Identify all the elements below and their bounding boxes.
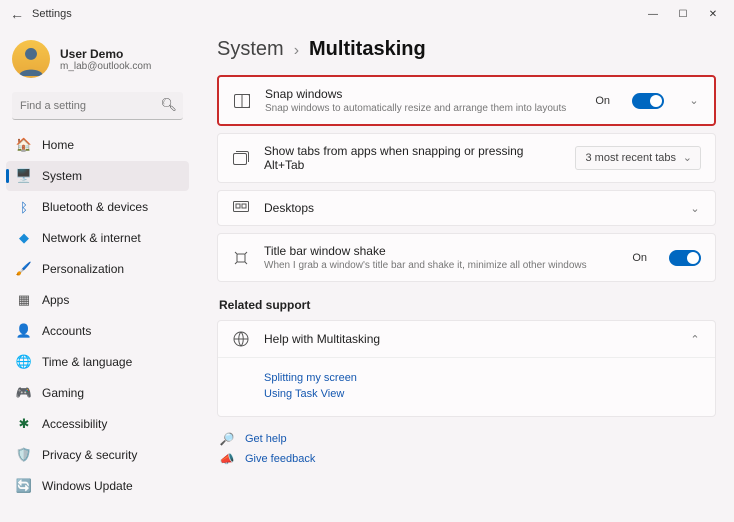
close-button[interactable]: ✕ xyxy=(698,4,728,24)
snap-icon xyxy=(233,94,251,108)
tabs-icon xyxy=(232,151,250,165)
profile[interactable]: User Demo m_lab@outlook.com xyxy=(6,34,189,88)
personalization-icon: 🖌️ xyxy=(16,261,32,277)
search-input[interactable] xyxy=(12,92,183,120)
home-icon: 🏠 xyxy=(16,137,32,153)
sidebar-item-personalization[interactable]: 🖌️ Personalization xyxy=(6,254,189,284)
sidebar-item-apps[interactable]: ▦ Apps xyxy=(6,285,189,315)
sidebar: User Demo m_lab@outlook.com 🔍︎ 🏠 Home 🖥️ S… xyxy=(0,28,195,522)
update-icon: 🔄 xyxy=(16,478,32,494)
nav-label: Gaming xyxy=(42,386,84,400)
accessibility-icon: ✱ xyxy=(16,416,32,432)
nav-label: Home xyxy=(42,138,74,152)
shake-toggle[interactable] xyxy=(669,250,701,266)
support-header[interactable]: Help with Multitasking ⌃ xyxy=(218,321,715,358)
shake-state: On xyxy=(632,252,647,264)
sidebar-item-accessibility[interactable]: ✱ Accessibility xyxy=(6,409,189,439)
breadcrumb-current: Multitasking xyxy=(309,38,426,61)
nav-label: Network & internet xyxy=(42,231,141,245)
sidebar-item-time[interactable]: 🌐 Time & language xyxy=(6,347,189,377)
snap-sub: Snap windows to automatically resize and… xyxy=(265,103,581,114)
nav-label: Apps xyxy=(42,293,69,307)
alt-tab-title: Show tabs from apps when snapping or pre… xyxy=(264,144,561,172)
nav-label: Accessibility xyxy=(42,417,107,431)
nav-label: System xyxy=(42,169,82,183)
minimize-button[interactable]: — xyxy=(638,4,668,24)
sidebar-item-home[interactable]: 🏠 Home xyxy=(6,130,189,160)
window-title: Settings xyxy=(32,8,72,20)
nav-label: Time & language xyxy=(42,355,132,369)
give-feedback-link[interactable]: 📣 Give feedback xyxy=(217,449,716,469)
shake-sub: When I grab a window's title bar and sha… xyxy=(264,260,618,271)
sidebar-item-network[interactable]: ◆ Network & internet xyxy=(6,223,189,253)
back-button[interactable]: ← xyxy=(6,6,28,22)
feedback-icon: 📣 xyxy=(219,452,235,466)
shake-icon xyxy=(232,250,250,266)
snap-windows-card[interactable]: Snap windows Snap windows to automatical… xyxy=(217,75,716,126)
nav-label: Bluetooth & devices xyxy=(42,200,148,214)
maximize-button[interactable]: ☐ xyxy=(668,4,698,24)
nav-label: Personalization xyxy=(42,262,124,276)
avatar xyxy=(12,40,50,78)
search-box[interactable]: 🔍︎ xyxy=(12,92,183,120)
profile-name: User Demo xyxy=(60,47,151,61)
snap-state: On xyxy=(595,95,610,107)
main-content: System › Multitasking Snap windows Snap … xyxy=(195,28,734,522)
sidebar-item-system[interactable]: 🖥️ System xyxy=(6,161,189,191)
desktops-card[interactable]: Desktops ⌄ xyxy=(217,190,716,226)
get-help-label: Get help xyxy=(245,433,287,445)
globe-icon xyxy=(232,331,250,347)
support-title: Help with Multitasking xyxy=(264,332,665,346)
support-link-taskview[interactable]: Using Task View xyxy=(264,388,701,400)
related-support-heading: Related support xyxy=(219,298,716,312)
alt-tab-value: 3 most recent tabs xyxy=(586,152,677,164)
shake-card[interactable]: Title bar window shake When I grab a win… xyxy=(217,233,716,282)
search-icon: 🔍︎ xyxy=(160,97,177,113)
sidebar-item-privacy[interactable]: 🛡️ Privacy & security xyxy=(6,440,189,470)
get-help-link[interactable]: 🔎 Get help xyxy=(217,429,716,449)
network-icon: ◆ xyxy=(16,230,32,246)
sidebar-item-accounts[interactable]: 👤 Accounts xyxy=(6,316,189,346)
desktops-icon xyxy=(232,201,250,215)
snap-toggle[interactable] xyxy=(632,93,664,109)
shake-title: Title bar window shake xyxy=(264,244,618,258)
chevron-down-icon[interactable]: ⌄ xyxy=(689,202,701,215)
support-link-split[interactable]: Splitting my screen xyxy=(264,372,701,384)
breadcrumb-parent[interactable]: System xyxy=(217,38,284,61)
give-feedback-label: Give feedback xyxy=(245,453,315,465)
gaming-icon: 🎮 xyxy=(16,385,32,401)
breadcrumb: System › Multitasking xyxy=(217,38,716,61)
time-icon: 🌐 xyxy=(16,354,32,370)
alt-tab-select[interactable]: 3 most recent tabs xyxy=(575,146,702,170)
accounts-icon: 👤 xyxy=(16,323,32,339)
profile-email: m_lab@outlook.com xyxy=(60,61,151,72)
help-icon: 🔎 xyxy=(219,432,235,446)
support-card: Help with Multitasking ⌃ Splitting my sc… xyxy=(217,320,716,417)
chevron-down-icon[interactable]: ⌄ xyxy=(688,94,700,107)
chevron-right-icon: › xyxy=(294,42,299,60)
snap-title: Snap windows xyxy=(265,87,581,101)
apps-icon: ▦ xyxy=(16,292,32,308)
chevron-up-icon[interactable]: ⌃ xyxy=(689,333,701,346)
nav-label: Privacy & security xyxy=(42,448,137,462)
alt-tab-card[interactable]: Show tabs from apps when snapping or pre… xyxy=(217,133,716,183)
nav-label: Accounts xyxy=(42,324,91,338)
sidebar-item-bluetooth[interactable]: ᛒ Bluetooth & devices xyxy=(6,192,189,222)
sidebar-item-gaming[interactable]: 🎮 Gaming xyxy=(6,378,189,408)
bluetooth-icon: ᛒ xyxy=(16,199,32,215)
nav-label: Windows Update xyxy=(42,479,133,493)
system-icon: 🖥️ xyxy=(16,168,32,184)
desktops-title: Desktops xyxy=(264,201,665,215)
privacy-icon: 🛡️ xyxy=(16,447,32,463)
sidebar-item-update[interactable]: 🔄 Windows Update xyxy=(6,471,189,501)
